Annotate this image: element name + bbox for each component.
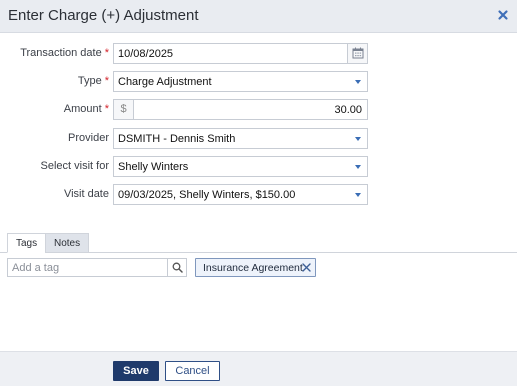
dialog-footer: Save Cancel [0,351,517,386]
type-select[interactable]: Charge Adjustment [113,71,368,92]
select-visit-for-label: Select visit for [40,160,109,172]
provider-label: Provider [68,132,109,144]
transaction-date-label: Transaction date [20,47,102,59]
add-tag-input[interactable] [8,259,168,276]
transaction-date-field[interactable]: 10/08/2025 [113,43,368,64]
chevron-down-icon [355,80,361,84]
calendar-icon [352,47,364,59]
transaction-date-row: Transaction date * 10/08/2025 [0,43,517,65]
currency-prefix: $ [114,100,134,119]
select-visit-for-value: Shelly Winters [118,161,189,173]
amount-row: Amount * $ 30.00 [0,99,517,121]
visit-date-row: Visit date 09/03/2025, Shelly Winters, $… [0,184,517,206]
chevron-down-icon [355,193,361,197]
charge-adjustment-dialog: Enter Charge (+) Adjustment Transaction … [0,0,517,386]
visit-date-label: Visit date [63,188,109,200]
select-visit-for-select[interactable]: Shelly Winters [113,156,368,177]
type-label: Type [77,75,102,87]
provider-select[interactable]: DSMITH - Dennis Smith [113,128,368,149]
tag-chip-label: Insurance Agreement [203,262,303,274]
provider-row: Provider DSMITH - Dennis Smith [0,128,517,150]
tab-tags[interactable]: Tags [7,233,47,253]
save-button[interactable]: Save [113,361,159,381]
type-value: Charge Adjustment [118,76,212,88]
calendar-button[interactable] [347,44,367,63]
tab-bar: Tags Notes [0,233,517,253]
dialog-title: Enter Charge (+) Adjustment [8,7,199,24]
cancel-button[interactable]: Cancel [165,361,220,381]
required-mark: * [104,103,109,115]
amount-label: Amount [63,103,102,115]
chevron-down-icon [355,137,361,141]
required-mark: * [104,75,109,87]
amount-value: 30.00 [334,104,362,116]
tag-search-box [7,258,187,277]
visit-date-value: 09/03/2025, Shelly Winters, $150.00 [118,189,296,201]
provider-value: DSMITH - Dennis Smith [118,133,236,145]
select-visit-for-row: Select visit for Shelly Winters [0,156,517,178]
tab-notes[interactable]: Notes [45,233,90,253]
close-icon[interactable] [497,9,509,21]
remove-tag-icon[interactable] [302,263,311,272]
tag-search-button[interactable] [167,259,186,276]
dialog-header: Enter Charge (+) Adjustment [0,0,517,33]
transaction-date-value: 10/08/2025 [118,48,174,60]
search-icon [172,262,183,273]
required-mark: * [104,47,109,59]
visit-date-select[interactable]: 09/03/2025, Shelly Winters, $150.00 [113,184,368,205]
chevron-down-icon [355,165,361,169]
amount-field[interactable]: $ 30.00 [113,99,368,120]
tag-chip: Insurance Agreement [195,258,316,277]
type-row: Type * Charge Adjustment [0,71,517,93]
